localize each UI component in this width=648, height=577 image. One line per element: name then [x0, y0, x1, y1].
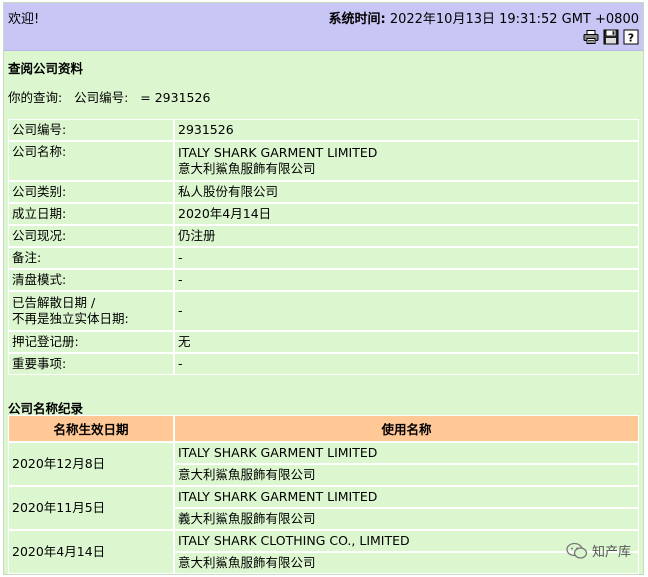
system-time-value: 2022年10月13日 19:31:52 GMT +0800	[389, 12, 639, 27]
history-date: 2020年4月14日	[8, 530, 174, 574]
history-name-en: ITALY SHARK GARMENT LIMITED	[174, 442, 639, 464]
info-label: 清盘模式:	[8, 269, 174, 291]
info-value: 无	[174, 331, 639, 353]
info-row: 公司类别: 私人股份有限公司	[8, 181, 639, 203]
info-label: 押记登记册:	[8, 331, 174, 353]
col-used-name: 使用名称	[174, 415, 639, 442]
info-row: 公司编号: 2931526	[8, 119, 639, 141]
watermark: 知产库	[566, 541, 631, 560]
query-field: 公司编号:	[74, 90, 129, 105]
info-row: 押记登记册: 无	[8, 331, 639, 353]
info-label: 已告解散日期 / 不再是独立实体日期:	[8, 291, 174, 331]
history-date: 2020年12月8日	[8, 442, 174, 486]
page-title: 查阅公司资料	[8, 61, 84, 76]
help-icon[interactable]: ?	[623, 29, 639, 45]
system-time-label: 系统时间:	[328, 12, 386, 27]
history-name-en: ITALY SHARK GARMENT LIMITED	[174, 486, 639, 508]
info-label: 重要事项:	[8, 353, 174, 375]
col-effective-date: 名称生效日期	[8, 415, 174, 442]
info-row: 公司现况: 仍注册	[8, 225, 639, 247]
table-row: 2020年12月8日 ITALY SHARK GARMENT LIMITED	[8, 442, 639, 486]
top-bar: 欢迎! 系统时间: 2022年10月13日 19:31:52 GMT +0800…	[4, 3, 643, 51]
info-value: 2020年4月14日	[174, 203, 639, 225]
query-label: 你的查询:	[8, 90, 63, 105]
table-row: 2020年11月5日 ITALY SHARK GARMENT LIMITED	[8, 486, 639, 530]
save-icon[interactable]	[603, 29, 619, 45]
page-frame: 欢迎! 系统时间: 2022年10月13日 19:31:52 GMT +0800…	[3, 2, 644, 575]
history-name-zh: 意大利鯊魚服飾有限公司	[174, 464, 639, 486]
info-value: -	[174, 247, 639, 269]
info-label: 备注:	[8, 247, 174, 269]
welcome-text: 欢迎!	[8, 12, 40, 27]
info-row: 重要事项: -	[8, 353, 639, 375]
name-history-table: 名称生效日期 使用名称 2020年12月8日 ITALY SHARK GARME…	[8, 415, 639, 574]
history-name-zh: 義大利鯊魚服飾有限公司	[174, 508, 639, 530]
table-row: 2020年4月14日 ITALY SHARK CLOTHING CO., LIM…	[8, 530, 639, 574]
history-date: 2020年11月5日	[8, 486, 174, 530]
info-value: 仍注册	[174, 225, 639, 247]
info-value: 私人股份有限公司	[174, 181, 639, 203]
info-label-line1: 已告解散日期 /	[12, 295, 96, 310]
info-label: 公司现况:	[8, 225, 174, 247]
info-value: 2931526	[174, 119, 639, 141]
info-label: 公司编号:	[8, 119, 174, 141]
printer-icon[interactable]	[583, 29, 599, 45]
info-label: 成立日期:	[8, 203, 174, 225]
company-name-en: ITALY SHARK GARMENT LIMITED	[178, 145, 378, 160]
watermark-text: 知产库	[591, 545, 631, 560]
info-label-line2: 不再是独立实体日期:	[12, 311, 129, 326]
company-info-table: 公司编号: 2931526 公司名称: ITALY SHARK GARMENT …	[8, 119, 639, 375]
info-row: 成立日期: 2020年4月14日	[8, 203, 639, 225]
info-value: ITALY SHARK GARMENT LIMITED 意大利鯊魚服飾有限公司	[174, 141, 639, 181]
query-line: 你的查询: 公司编号: = 2931526	[8, 87, 210, 106]
info-value: -	[174, 353, 639, 375]
info-row: 公司名称: ITALY SHARK GARMENT LIMITED 意大利鯊魚服飾…	[8, 141, 639, 181]
info-row: 备注: -	[8, 247, 639, 269]
query-value: = 2931526	[140, 90, 211, 105]
toolbar: ?	[583, 29, 639, 45]
info-label: 公司类别:	[8, 181, 174, 203]
name-history-header: 名称生效日期 使用名称	[8, 415, 639, 442]
info-value: -	[174, 269, 639, 291]
info-label: 公司名称:	[8, 141, 174, 181]
info-value: -	[174, 291, 639, 331]
info-row: 已告解散日期 / 不再是独立实体日期: -	[8, 291, 639, 331]
system-time: 系统时间: 2022年10月13日 19:31:52 GMT +0800	[328, 8, 639, 27]
info-row: 清盘模式: -	[8, 269, 639, 291]
company-name-zh: 意大利鯊魚服飾有限公司	[178, 161, 316, 176]
svg-text:?: ?	[628, 32, 634, 45]
wechat-icon	[566, 542, 588, 559]
